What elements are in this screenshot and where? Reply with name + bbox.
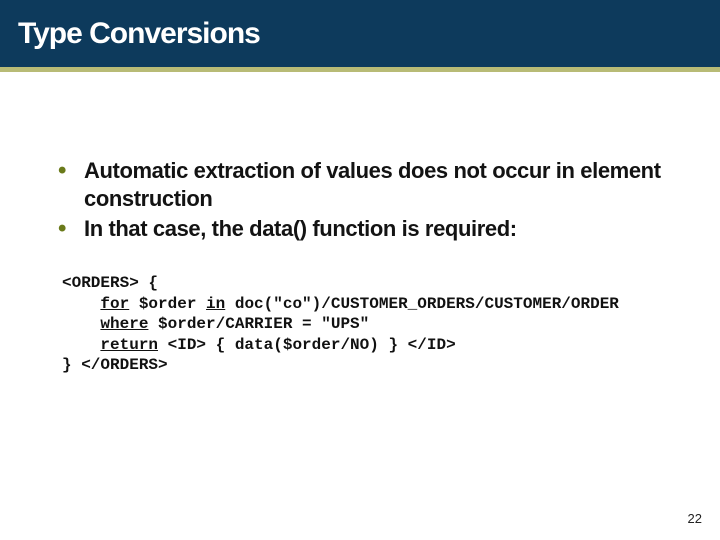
bullet-item: In that case, the data() function is req… — [50, 215, 686, 243]
keyword-in: in — [206, 295, 225, 313]
code-text: } </ORDERS> — [62, 356, 168, 374]
page-number: 22 — [688, 511, 702, 526]
bullet-list: Automatic extraction of values does not … — [50, 157, 686, 243]
code-text: $order/CARRIER = "UPS" — [148, 315, 369, 333]
slide: Type Conversions Automatic extraction of… — [0, 0, 720, 540]
code-line: } </ORDERS> — [62, 355, 686, 375]
code-text: <ID> { data($order/NO) } </ID> — [158, 336, 456, 354]
keyword-where: where — [100, 315, 148, 333]
code-text: <ORDERS> { — [62, 274, 158, 292]
slide-title: Type Conversions — [18, 17, 260, 51]
code-line: for $order in doc("co")/CUSTOMER_ORDERS/… — [62, 294, 686, 314]
code-line: where $order/CARRIER = "UPS" — [62, 314, 686, 334]
code-text: $order — [129, 295, 206, 313]
code-indent — [62, 315, 100, 333]
code-indent — [62, 295, 100, 313]
code-text: doc("co")/CUSTOMER_ORDERS/CUSTOMER/ORDER — [225, 295, 619, 313]
keyword-return: return — [100, 336, 158, 354]
code-line: <ORDERS> { — [62, 273, 686, 293]
code-block: <ORDERS> { for $order in doc("co")/CUSTO… — [62, 273, 686, 375]
code-indent — [62, 336, 100, 354]
bullet-item: Automatic extraction of values does not … — [50, 157, 686, 213]
keyword-for: for — [100, 295, 129, 313]
title-bar: Type Conversions — [0, 0, 720, 72]
code-line: return <ID> { data($order/NO) } </ID> — [62, 335, 686, 355]
content-area: Automatic extraction of values does not … — [0, 72, 720, 376]
